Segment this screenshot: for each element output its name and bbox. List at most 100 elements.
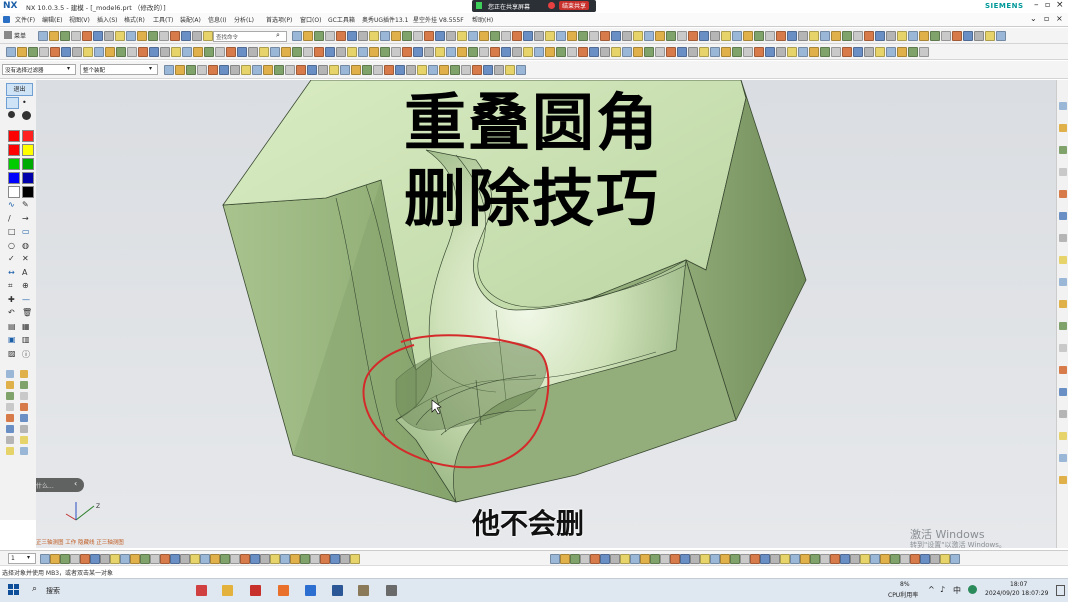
drawing-tool-icon[interactable]: A bbox=[22, 268, 27, 277]
toolbar-tool-icon[interactable] bbox=[765, 31, 775, 41]
toolbar-tool-icon[interactable] bbox=[100, 554, 110, 564]
menu-button[interactable]: 菜单 bbox=[14, 31, 26, 40]
resource-tab-icon[interactable] bbox=[1059, 476, 1067, 484]
toolbar-tool-icon[interactable] bbox=[82, 31, 92, 41]
toolbar-tool-icon[interactable] bbox=[677, 47, 687, 57]
toolbar-tool-icon[interactable] bbox=[930, 554, 940, 564]
toolbar-tool-icon[interactable] bbox=[677, 31, 687, 41]
menu-item[interactable]: GC工具箱 bbox=[328, 15, 355, 24]
toolbar-tool-icon[interactable] bbox=[60, 554, 70, 564]
toolbar-tool-icon[interactable] bbox=[105, 47, 115, 57]
toolbar-tool-icon[interactable] bbox=[765, 47, 775, 57]
maximize-icon[interactable]: ▫ bbox=[1045, 0, 1050, 9]
feature-tool-icon[interactable] bbox=[6, 392, 14, 400]
toolbar-tool-icon[interactable] bbox=[864, 47, 874, 57]
toolbar-tool-icon[interactable] bbox=[330, 554, 340, 564]
toolbar-tool-icon[interactable] bbox=[864, 31, 874, 41]
toolbar-tool-icon[interactable] bbox=[890, 554, 900, 564]
toolbar-tool-icon[interactable] bbox=[457, 47, 467, 57]
toolbar-tool-icon[interactable] bbox=[743, 47, 753, 57]
toolbar-tool-icon[interactable] bbox=[413, 31, 423, 41]
toolbar-tool-icon[interactable] bbox=[252, 65, 262, 75]
toolbar-tool-icon[interactable] bbox=[120, 554, 130, 564]
toolbar-tool-icon[interactable] bbox=[620, 554, 630, 564]
feature-tool-icon[interactable] bbox=[20, 392, 28, 400]
toolbar-tool-icon[interactable] bbox=[633, 31, 643, 41]
toolbar-tool-icon[interactable] bbox=[130, 554, 140, 564]
drawing-tool-icon[interactable]: □ bbox=[8, 227, 16, 236]
toolbar-tool-icon[interactable] bbox=[578, 47, 588, 57]
close-inner-icon[interactable]: × bbox=[1056, 14, 1063, 23]
toolbar-tool-icon[interactable] bbox=[780, 554, 790, 564]
toolbar-tool-icon[interactable] bbox=[93, 31, 103, 41]
toolbar-tool-icon[interactable] bbox=[203, 31, 213, 41]
color-swatch[interactable] bbox=[22, 130, 34, 142]
menu-icon[interactable] bbox=[4, 31, 12, 39]
color-swatch[interactable] bbox=[22, 158, 34, 170]
toolbar-tool-icon[interactable] bbox=[589, 47, 599, 57]
toolbar-tool-icon[interactable] bbox=[505, 65, 515, 75]
toolbar-tool-icon[interactable] bbox=[50, 47, 60, 57]
color-swatch[interactable] bbox=[8, 172, 20, 184]
toolbar-tool-icon[interactable] bbox=[193, 47, 203, 57]
toolbar-tool-icon[interactable] bbox=[329, 65, 339, 75]
resource-tab-icon[interactable] bbox=[1059, 388, 1067, 396]
toolbar-tool-icon[interactable] bbox=[362, 65, 372, 75]
toolbar-tool-icon[interactable] bbox=[776, 47, 786, 57]
toolbar-tool-icon[interactable] bbox=[831, 31, 841, 41]
toolbar-tool-icon[interactable] bbox=[886, 31, 896, 41]
exit-button[interactable]: 退出 bbox=[6, 83, 33, 96]
toolbar-tool-icon[interactable] bbox=[219, 65, 229, 75]
toolbar-tool-icon[interactable] bbox=[40, 554, 50, 564]
feature-tool-icon[interactable] bbox=[20, 447, 28, 455]
toolbar-tool-icon[interactable] bbox=[351, 65, 361, 75]
toolbar-tool-icon[interactable] bbox=[952, 31, 962, 41]
resource-tab-icon[interactable] bbox=[1059, 190, 1067, 198]
toolbar-tool-icon[interactable] bbox=[446, 47, 456, 57]
toolbar-tool-icon[interactable] bbox=[790, 554, 800, 564]
toolbar-tool-icon[interactable] bbox=[850, 554, 860, 564]
toolbar-tool-icon[interactable] bbox=[149, 47, 159, 57]
toolbar-tool-icon[interactable] bbox=[204, 47, 214, 57]
dot-tool[interactable]: • bbox=[22, 98, 27, 107]
toolbar-tool-icon[interactable] bbox=[721, 31, 731, 41]
toolbar-tool-icon[interactable] bbox=[853, 31, 863, 41]
toolbar-tool-icon[interactable] bbox=[468, 31, 478, 41]
toolbar-tool-icon[interactable] bbox=[259, 47, 269, 57]
toolbar-tool-icon[interactable] bbox=[340, 65, 350, 75]
drawing-tool-icon[interactable]: ▨ bbox=[8, 349, 16, 358]
feature-tool-icon[interactable] bbox=[20, 381, 28, 389]
toolbar-tool-icon[interactable] bbox=[446, 31, 456, 41]
toolbar-tool-icon[interactable] bbox=[190, 554, 200, 564]
taskbar-app-icon[interactable] bbox=[305, 585, 316, 596]
toolbar-tool-icon[interactable] bbox=[373, 65, 383, 75]
toolbar-tool-icon[interactable] bbox=[699, 31, 709, 41]
taskbar-app-icon[interactable] bbox=[250, 585, 261, 596]
toolbar-tool-icon[interactable] bbox=[17, 47, 27, 57]
toolbar-tool-icon[interactable] bbox=[690, 554, 700, 564]
toolbar-tool-icon[interactable] bbox=[159, 31, 169, 41]
toolbar-tool-icon[interactable] bbox=[72, 47, 82, 57]
close-icon[interactable]: × bbox=[1056, 0, 1064, 10]
toolbar-tool-icon[interactable] bbox=[860, 554, 870, 564]
toolbar-tool-icon[interactable] bbox=[908, 31, 918, 41]
toolbar-tool-icon[interactable] bbox=[170, 31, 180, 41]
toolbar-tool-icon[interactable] bbox=[424, 31, 434, 41]
toolbar-tool-icon[interactable] bbox=[175, 65, 185, 75]
toolbar-tool-icon[interactable] bbox=[241, 65, 251, 75]
toolbar-tool-icon[interactable] bbox=[556, 47, 566, 57]
taskbar-app-icon[interactable] bbox=[196, 585, 207, 596]
toolbar-tool-icon[interactable] bbox=[472, 65, 482, 75]
toolbar-tool-icon[interactable] bbox=[116, 47, 126, 57]
drawing-tool-icon[interactable]: ↔ bbox=[8, 268, 15, 277]
toolbar-tool-icon[interactable] bbox=[182, 47, 192, 57]
menu-item[interactable]: 工具(T) bbox=[153, 15, 173, 24]
feature-tool-icon[interactable] bbox=[6, 381, 14, 389]
toolbar-tool-icon[interactable] bbox=[490, 47, 500, 57]
windows-start-icon[interactable] bbox=[8, 584, 20, 596]
toolbar-tool-icon[interactable] bbox=[237, 47, 247, 57]
toolbar-tool-icon[interactable] bbox=[226, 47, 236, 57]
toolbar-tool-icon[interactable] bbox=[875, 31, 885, 41]
toolbar-tool-icon[interactable] bbox=[439, 65, 449, 75]
toolbar-tool-icon[interactable] bbox=[644, 31, 654, 41]
